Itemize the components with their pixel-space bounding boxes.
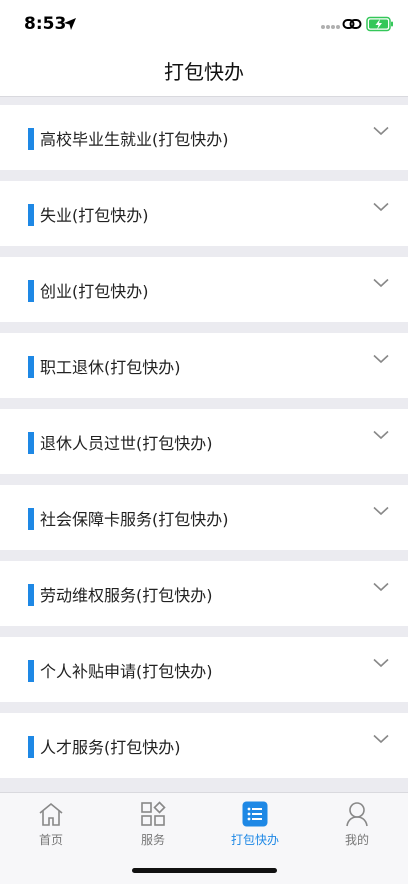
status-time: 8:53 bbox=[24, 14, 67, 34]
list-item[interactable]: 社会保障卡服务(打包快办) bbox=[0, 485, 408, 550]
chevron-down-icon[interactable] bbox=[373, 354, 389, 364]
item-label: 劳动维权服务(打包快办) bbox=[40, 586, 213, 605]
chevron-down-icon[interactable] bbox=[373, 506, 389, 516]
service-list: 高校毕业生就业(打包快办) 失业(打包快办) 创业(打包快办) 职工退休(打包快… bbox=[0, 105, 408, 789]
link-icon bbox=[342, 19, 362, 29]
item-label: 高校毕业生就业(打包快办) bbox=[40, 130, 229, 149]
tab-home[interactable]: 首页 bbox=[0, 793, 102, 853]
item-label: 人才服务(打包快办) bbox=[40, 738, 181, 757]
list-item[interactable]: 职工退休(打包快办) bbox=[0, 333, 408, 398]
chevron-down-icon[interactable] bbox=[373, 734, 389, 744]
item-label: 社会保障卡服务(打包快办) bbox=[40, 510, 229, 529]
list-item[interactable]: 人才服务(打包快办) bbox=[0, 713, 408, 778]
accent-bar bbox=[28, 584, 34, 606]
battery-charging-icon bbox=[366, 16, 393, 32]
list-item[interactable]: 失业(打包快办) bbox=[0, 181, 408, 246]
accent-bar bbox=[28, 660, 34, 682]
list-item[interactable]: 创业(打包快办) bbox=[0, 257, 408, 322]
tab-mine[interactable]: 我的 bbox=[306, 793, 408, 853]
tab-package-service[interactable]: 打包快办 bbox=[204, 793, 306, 853]
navigation-bar: 打包快办 bbox=[0, 50, 408, 97]
chevron-down-icon[interactable] bbox=[373, 278, 389, 288]
accent-bar bbox=[28, 508, 34, 530]
list-item[interactable]: 退休人员过世(打包快办) bbox=[0, 409, 408, 474]
page-title: 打包快办 bbox=[164, 60, 244, 84]
list-item[interactable]: 个人补贴申请(打包快办) bbox=[0, 637, 408, 702]
accent-bar bbox=[28, 736, 34, 758]
tab-label: 打包快办 bbox=[230, 833, 279, 847]
tab-services[interactable]: 服务 bbox=[102, 793, 204, 853]
accent-bar bbox=[28, 128, 34, 150]
item-label: 失业(打包快办) bbox=[40, 206, 149, 225]
person-icon bbox=[346, 802, 368, 827]
tab-label: 首页 bbox=[38, 833, 63, 847]
item-label: 个人补贴申请(打包快办) bbox=[40, 662, 213, 681]
chevron-down-icon[interactable] bbox=[373, 202, 389, 212]
list-icon bbox=[242, 801, 268, 827]
tab-label: 服务 bbox=[140, 833, 165, 847]
accent-bar bbox=[28, 204, 34, 226]
item-label: 退休人员过世(打包快办) bbox=[40, 434, 213, 453]
chevron-down-icon[interactable] bbox=[373, 582, 389, 592]
signal-dots-icon bbox=[321, 25, 340, 29]
accent-bar bbox=[28, 356, 34, 378]
item-label: 创业(打包快办) bbox=[40, 282, 149, 301]
chevron-down-icon[interactable] bbox=[373, 658, 389, 668]
home-indicator bbox=[132, 868, 277, 873]
location-arrow-icon bbox=[64, 18, 76, 30]
status-bar: 8:53 bbox=[0, 0, 408, 50]
accent-bar bbox=[28, 432, 34, 454]
item-label: 职工退休(打包快办) bbox=[40, 358, 181, 377]
chevron-down-icon[interactable] bbox=[373, 430, 389, 440]
home-icon bbox=[39, 802, 63, 826]
chevron-down-icon[interactable] bbox=[373, 126, 389, 136]
tab-label: 我的 bbox=[344, 833, 369, 847]
list-item[interactable]: 高校毕业生就业(打包快办) bbox=[0, 105, 408, 170]
accent-bar bbox=[28, 280, 34, 302]
grid-icon bbox=[141, 801, 166, 826]
list-item[interactable]: 劳动维权服务(打包快办) bbox=[0, 561, 408, 626]
